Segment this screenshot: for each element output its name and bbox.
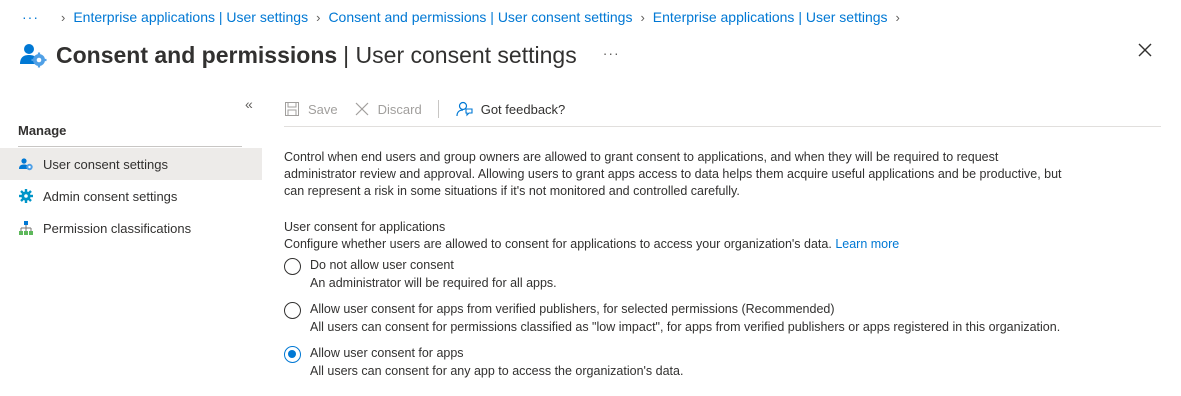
- sidebar-heading: Manage: [18, 123, 67, 138]
- users-gear-icon: [18, 156, 34, 172]
- save-label: Save: [308, 101, 338, 117]
- discard-button[interactable]: Discard: [354, 101, 422, 117]
- breadcrumb-link-enterprise-apps-2[interactable]: Enterprise applications | User settings: [653, 9, 888, 25]
- breadcrumb-link-enterprise-apps[interactable]: Enterprise applications | User settings: [73, 9, 308, 25]
- feedback-label: Got feedback?: [480, 101, 566, 117]
- radio-option-verified-publishers[interactable]: Allow user consent for apps from verifie…: [284, 301, 1060, 336]
- radio-label: Allow user consent for apps: [310, 346, 464, 360]
- radio-button[interactable]: [284, 302, 301, 319]
- chevron-right-icon: ›: [61, 9, 66, 25]
- radio-description: All users can consent for any app to acc…: [310, 364, 684, 378]
- gear-icon: [18, 188, 34, 204]
- section-title: User consent for applications: [284, 220, 446, 234]
- command-bar: Save Discard Got feedback?: [284, 96, 581, 122]
- sidebar-item-label: Permission classifications: [43, 220, 192, 236]
- save-icon: [285, 102, 299, 116]
- sidebar-item-label: User consent settings: [43, 156, 169, 172]
- divider: [284, 126, 1161, 127]
- radio-description: An administrator will be required for al…: [310, 276, 557, 290]
- description-line: can represent a risk in some situations …: [284, 184, 740, 198]
- feedback-icon: [456, 101, 473, 117]
- feedback-button[interactable]: Got feedback?: [455, 100, 566, 118]
- hierarchy-icon: [18, 220, 34, 236]
- radio-option-allow-all[interactable]: Allow user consent for apps All users ca…: [284, 345, 683, 380]
- breadcrumb-more-button[interactable]: ···: [22, 9, 39, 25]
- sidebar-item-user-consent-settings[interactable]: User consent settings: [0, 148, 262, 180]
- discard-icon: [355, 102, 369, 116]
- chevron-right-icon: ›: [316, 9, 321, 25]
- radio-button[interactable]: [284, 258, 301, 275]
- radio-option-do-not-allow[interactable]: Do not allow user consent An administrat…: [284, 257, 557, 292]
- breadcrumb: ··· › Enterprise applications | User set…: [22, 7, 908, 27]
- radio-description: All users can consent for permissions cl…: [310, 320, 1061, 334]
- description: Control when end users and group owners …: [284, 149, 1104, 200]
- description-line: administrator review and approval. Allow…: [284, 167, 1062, 181]
- discard-label: Discard: [377, 101, 422, 117]
- page-subtitle: | User consent settings: [343, 41, 577, 68]
- users-gear-icon: [18, 40, 48, 70]
- sidebar-item-admin-consent-settings[interactable]: Admin consent settings: [0, 180, 262, 212]
- chevron-right-icon: ›: [640, 9, 645, 25]
- divider: [18, 146, 242, 147]
- radio-button-selected[interactable]: [284, 346, 301, 363]
- collapse-sidebar-icon[interactable]: «: [245, 96, 253, 112]
- page-header: Consent and permissions | User consent s…: [18, 35, 620, 75]
- learn-more-link[interactable]: Learn more: [835, 237, 899, 251]
- page-title: Consent and permissions: [56, 41, 338, 68]
- sidebar-item-label: Admin consent settings: [43, 188, 178, 204]
- radio-label: Allow user consent for apps from verifie…: [310, 302, 835, 316]
- save-button[interactable]: Save: [284, 101, 338, 117]
- radio-label: Do not allow user consent: [310, 258, 454, 272]
- description-line: Control when end users and group owners …: [284, 150, 999, 164]
- section-subtitle-text: Configure whether users are allowed to c…: [284, 237, 832, 251]
- breadcrumb-link-consent-permissions[interactable]: Consent and permissions | User consent s…: [328, 9, 632, 25]
- section-subtitle: Configure whether users are allowed to c…: [284, 237, 899, 251]
- close-icon[interactable]: [1137, 42, 1153, 58]
- sidebar-item-permission-classifications[interactable]: Permission classifications: [0, 212, 262, 244]
- more-options-button[interactable]: ···: [603, 45, 620, 61]
- toolbar-divider: [437, 100, 439, 118]
- chevron-right-icon: ›: [895, 9, 900, 25]
